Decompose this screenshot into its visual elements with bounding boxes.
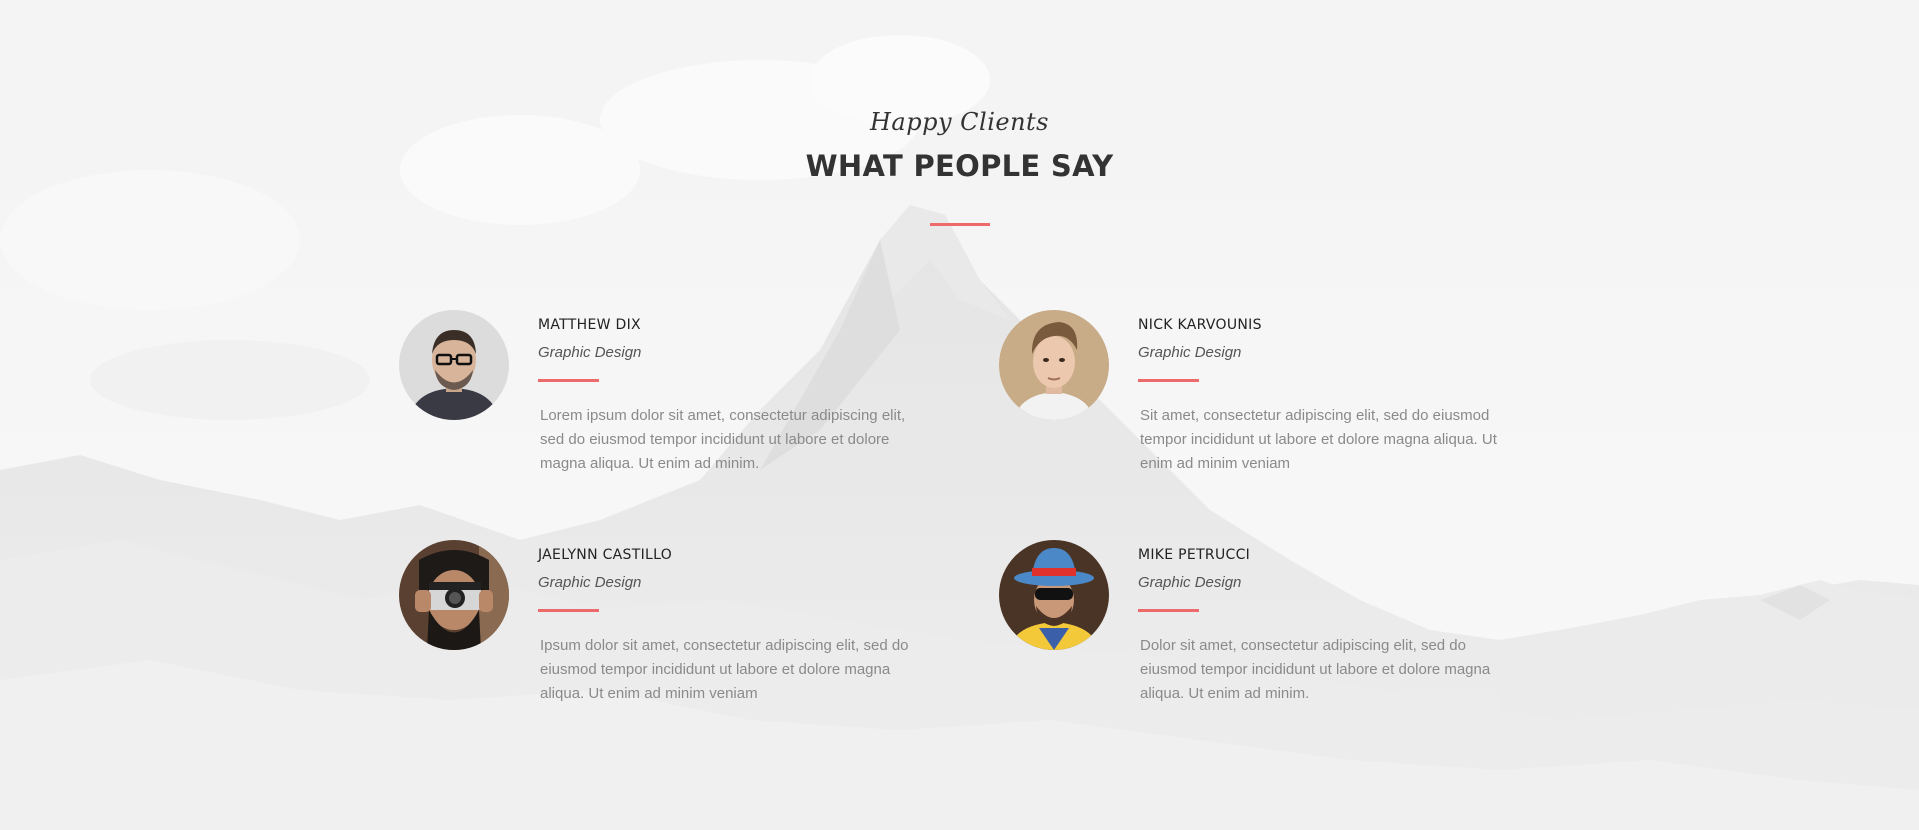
client-name: MATTHEW DIX — [538, 317, 641, 333]
name-divider — [538, 379, 599, 382]
client-name: NICK KARVOUNIS — [1138, 317, 1262, 333]
testimonial-card: MIKE PETRUCCI Graphic Design Dolor sit a… — [999, 540, 1519, 730]
section-kicker: Happy Clients — [870, 108, 1049, 136]
client-role: Graphic Design — [538, 344, 642, 361]
testimonial-text: Dolor sit amet, consectetur adipiscing e… — [1140, 637, 1491, 702]
title-divider — [929, 223, 990, 226]
testimonial-text: Ipsum dolor sit amet, consectetur adipis… — [540, 637, 909, 702]
testimonial-card: NICK KARVOUNIS Graphic Design Sit amet, … — [999, 310, 1519, 500]
testimonials-section: Happy Clients WHAT PEOPLE SAY MATTHEW DI… — [0, 0, 1919, 830]
avatar — [999, 310, 1109, 420]
client-role: Graphic Design — [1138, 574, 1242, 591]
client-name: MIKE PETRUCCI — [1138, 547, 1251, 563]
testimonial-text: Lorem ipsum dolor sit amet, consectetur … — [540, 407, 906, 472]
client-role: Graphic Design — [1138, 344, 1242, 361]
client-name: JAELYNN CASTILLO — [538, 547, 673, 563]
client-role: Graphic Design — [538, 574, 642, 591]
section-header: Happy Clients WHAT PEOPLE SAY — [0, 100, 1919, 226]
name-divider — [1138, 379, 1199, 382]
name-divider — [1138, 609, 1199, 612]
avatar — [999, 540, 1109, 650]
avatar — [399, 540, 509, 650]
testimonial-text: Sit amet, consectetur adipiscing elit, s… — [1140, 407, 1497, 472]
testimonial-card: MATTHEW DIX Graphic Design Lorem ipsum d… — [399, 310, 919, 500]
avatar — [399, 310, 509, 420]
name-divider — [538, 609, 599, 612]
section-title: WHAT PEOPLE SAY — [805, 149, 1114, 183]
testimonial-card: JAELYNN CASTILLO Graphic Design Ipsum do… — [399, 540, 919, 730]
